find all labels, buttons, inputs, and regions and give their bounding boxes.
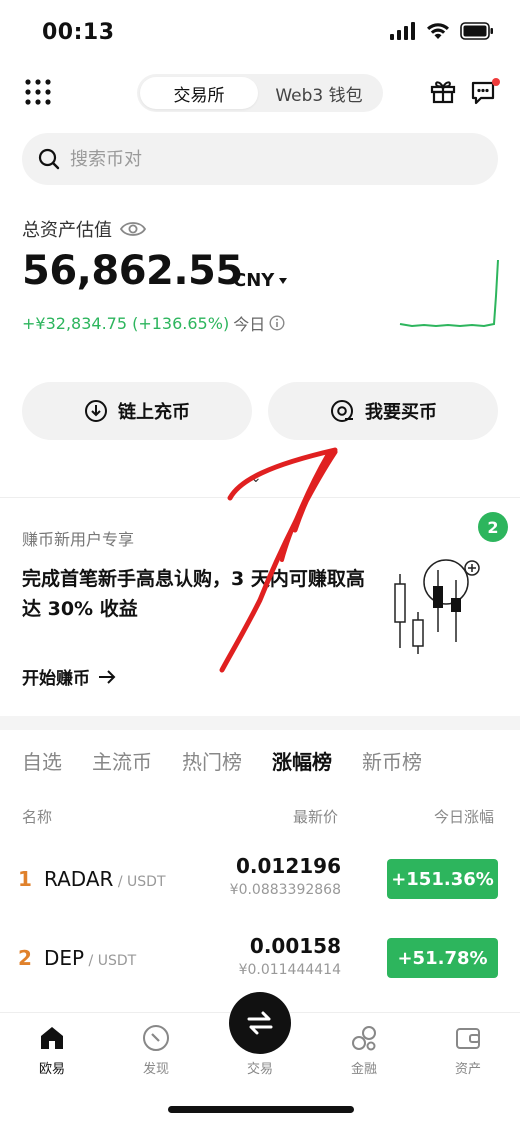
onchain-deposit-button[interactable]: 链上充币 [22,382,252,440]
nav-trade[interactable]: 交易 [220,1058,300,1077]
home-icon [41,1027,63,1049]
trade-icon [247,1011,273,1035]
asset-label-row: 总资产估值 [22,216,146,242]
nav-label: 交易 [246,1062,273,1077]
red-arrow-annotation [219,447,338,673]
buy-label: 我要买币 [365,402,437,423]
search-bar[interactable] [22,133,498,185]
row-change-badge[interactable]: +151.36% [387,859,498,899]
search-icon [38,148,60,170]
search-input[interactable] [70,148,450,170]
asset-change-period: 今日 [233,315,266,334]
promo-page-badge: 2 [478,512,508,542]
signal-icon [390,22,415,40]
download-circle-icon [85,400,107,422]
discover-icon [143,1025,169,1051]
asset-change-amount: +¥32,834.75 (+136.65%) [22,313,230,333]
row-change-badge[interactable]: +51.78% [387,938,498,978]
battery-icon [460,22,493,40]
row-rank: 2 [18,946,32,970]
status-indicators [390,22,494,40]
caret-down-icon [279,277,288,284]
menu-grid-icon[interactable] [24,78,52,106]
asset-change-row: +¥32,834.75 (+136.65%) 今日 [22,311,285,335]
tab-new-listings[interactable]: 新币榜 [362,746,422,775]
candlestick-illustration-icon [394,559,480,654]
column-header-price: 最新价 [293,808,339,826]
eye-icon[interactable] [120,220,146,238]
section-gap [0,716,520,730]
notification-dot [492,78,500,86]
home-indicator [168,1106,354,1113]
tab-mainstream[interactable]: 主流币 [92,746,152,775]
asset-sparkline [399,259,499,328]
nav-label: 金融 [350,1062,377,1077]
nav-label: 发现 [142,1062,169,1077]
status-time: 00:13 [42,20,115,45]
row-quote: / USDT [113,874,166,890]
coin-exchange-icon [331,400,353,422]
row-price: 0.00158 [249,934,341,958]
column-header-change: 今日涨幅 [434,808,495,826]
message-icon[interactable] [470,78,502,112]
row-symbol: DEP [44,946,85,970]
deposit-label: 链上充币 [118,402,190,423]
row-symbol-cell: DEP / USDT [44,946,136,970]
asset-label: 总资产估值 [22,220,112,241]
row-fiat-price: ¥0.011444414 [238,962,341,978]
arrow-right-icon [99,669,116,684]
column-header-name: 名称 [22,808,53,826]
wallet-icon [456,1028,480,1049]
info-icon[interactable] [269,315,285,331]
promo-subtitle: 赚币新用户专享 [22,530,135,549]
promo-link-label: 开始赚币 [22,669,90,689]
tab-exchange[interactable]: 交易所 [140,77,258,109]
wifi-icon [427,23,449,39]
buy-crypto-button[interactable]: 我要买币 [268,382,498,440]
gift-icon[interactable] [430,78,456,108]
nav-label: 资产 [454,1062,481,1077]
mode-switch: 交易所 Web3 钱包 [137,74,383,112]
tab-hot[interactable]: 热门榜 [182,746,242,775]
row-fiat-price: ¥0.0883392868 [229,882,341,898]
nav-home[interactable]: 欧易 [12,1024,92,1077]
row-symbol-cell: RADAR / USDT [44,867,166,891]
tab-web3-wallet[interactable]: Web3 钱包 [258,77,380,109]
currency-selector[interactable]: CNY [233,270,288,291]
row-symbol: RADAR [44,867,114,891]
tab-gainers[interactable]: 涨幅榜 [272,746,332,775]
market-tabs: 自选 主流币 热门榜 涨幅榜 新币榜 [22,746,422,775]
row-price: 0.012196 [235,854,341,878]
nav-discover[interactable]: 发现 [116,1024,196,1077]
row-quote: / USDT [84,953,137,969]
tab-watchlist[interactable]: 自选 [22,746,62,775]
finance-icon [352,1026,376,1051]
currency-label: CNY [233,270,275,291]
start-earning-link[interactable]: 开始赚币 [22,664,116,689]
trade-button[interactable] [229,992,291,1054]
nav-label: 欧易 [38,1062,65,1077]
nav-finance[interactable]: 金融 [324,1024,404,1077]
asset-total-value: 56,862.55 [22,248,243,294]
nav-assets[interactable]: 资产 [428,1024,508,1077]
row-rank: 1 [18,867,32,891]
